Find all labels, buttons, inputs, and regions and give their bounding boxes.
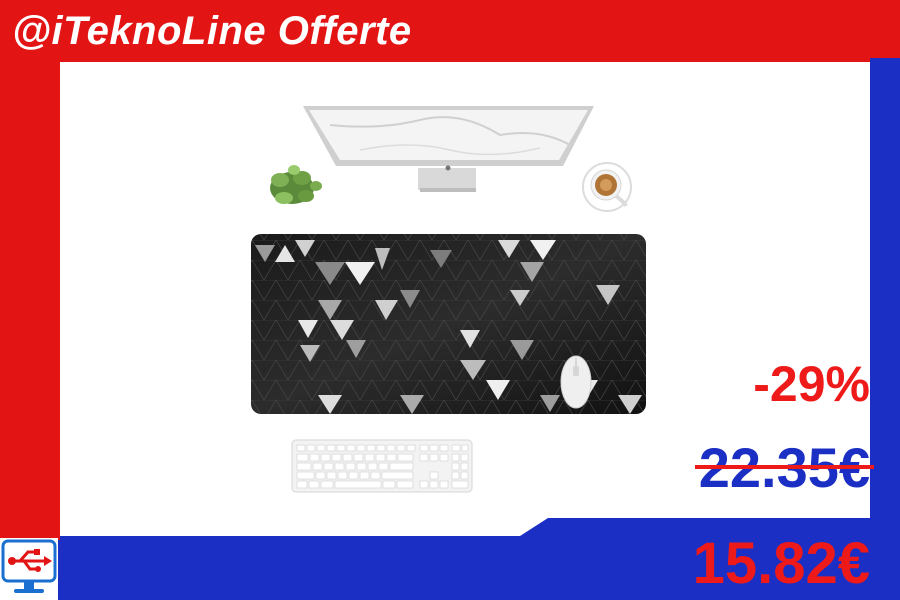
mouse (560, 355, 592, 409)
new-price: 15.82€ (692, 531, 870, 596)
keyboard (291, 439, 473, 493)
background-frame (0, 0, 900, 600)
old-price: 22.35€ (694, 436, 874, 500)
brand-title: @iTeknoLine Offerte (12, 9, 412, 53)
mousepad (251, 234, 646, 414)
coffee-cup (582, 162, 632, 212)
usb-monitor-icon (0, 538, 58, 600)
discount-badge: -29% (753, 356, 870, 412)
strikethrough-line (694, 465, 874, 469)
